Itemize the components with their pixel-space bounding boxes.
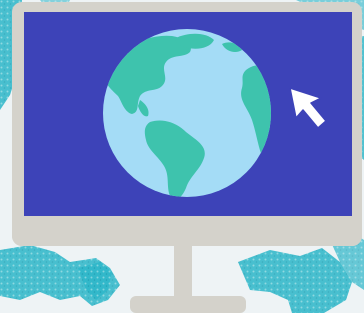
illustration-canvas — [0, 0, 364, 313]
monitor-chin — [12, 216, 362, 246]
illustration — [0, 0, 364, 313]
monitor-stand-base — [130, 296, 246, 313]
